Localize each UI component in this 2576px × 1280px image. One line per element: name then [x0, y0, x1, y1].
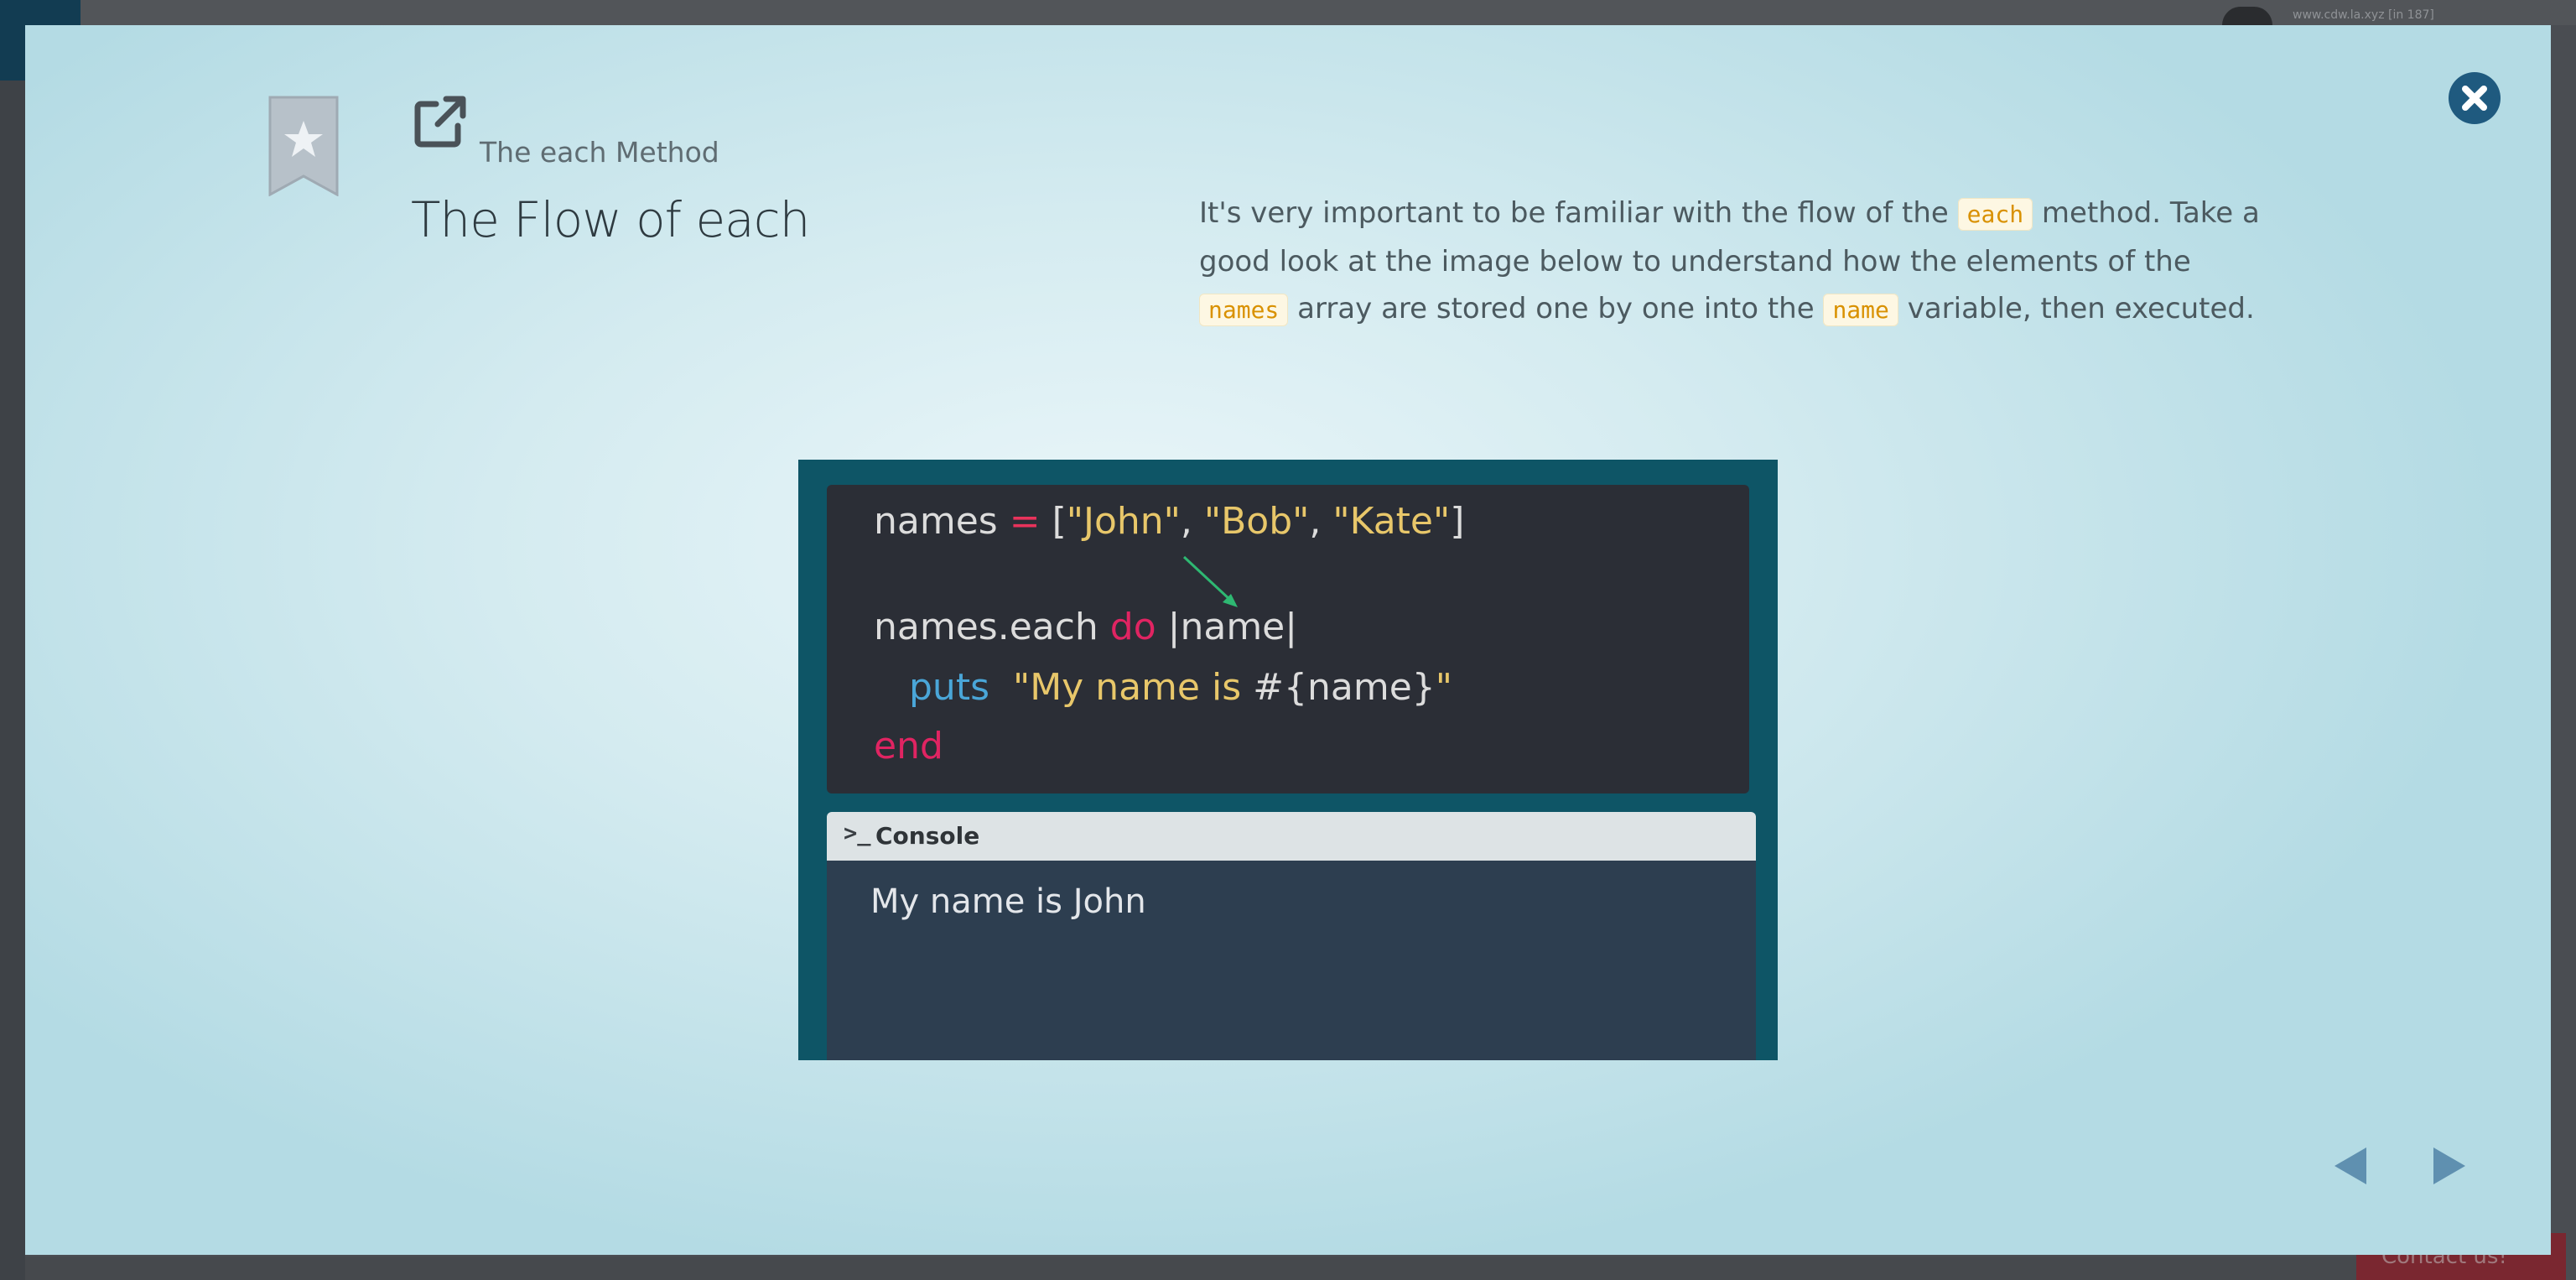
- next-button[interactable]: [2425, 1141, 2477, 1191]
- background-scrollbar: [25, 1257, 2356, 1280]
- lesson-paragraph: It's very important to be familiar with …: [1199, 190, 2272, 334]
- paragraph-text: array are stored one by one into the: [1288, 292, 1824, 325]
- external-link-icon[interactable]: [413, 94, 468, 149]
- arrow-right-icon: [2433, 1147, 2465, 1184]
- code-line-3: puts "My name is #{name}": [909, 666, 1453, 709]
- close-button[interactable]: [2449, 72, 2501, 124]
- code-editor: names = ["John", "Bob", "Kate"] names.ea…: [827, 485, 1749, 793]
- inline-code-name: name: [1823, 294, 1898, 326]
- console-header: >_ Console: [827, 812, 1756, 861]
- background-topbar: [25, 0, 2576, 25]
- background-url-text: www.cdw.la.xyz [in 187]: [2293, 8, 2434, 22]
- console-output: My name is John: [870, 882, 1146, 921]
- paragraph-text: variable, then executed.: [1898, 292, 2255, 325]
- code-line-4: end: [874, 725, 943, 767]
- terminal-prompt-icon: >_: [844, 820, 871, 846]
- previous-button[interactable]: [2323, 1141, 2375, 1191]
- code-line-1: names = ["John", "Bob", "Kate"]: [874, 500, 1465, 543]
- bookmark-star-icon: [268, 96, 339, 196]
- inline-code-names: names: [1199, 294, 1289, 326]
- background-sidebar: [0, 0, 25, 1280]
- paragraph-text: It's very important to be familiar with …: [1199, 196, 1958, 230]
- code-illustration: names = ["John", "Bob", "Kate"] names.ea…: [798, 460, 1778, 1060]
- arrow-left-icon: [2334, 1147, 2366, 1184]
- code-line-2: names.each do |name|: [874, 606, 1298, 648]
- lesson-modal: The each Method The Flow of each It's ve…: [25, 25, 2551, 1255]
- lesson-subtitle: The each Method: [480, 136, 719, 169]
- inline-code-each: each: [1957, 198, 2033, 231]
- console-output-area: My name is John: [827, 861, 1756, 1060]
- page-title: The Flow of each: [411, 191, 810, 248]
- close-icon: [2462, 86, 2487, 111]
- console-label: Console: [875, 822, 980, 850]
- bookmark-button[interactable]: [268, 96, 339, 196]
